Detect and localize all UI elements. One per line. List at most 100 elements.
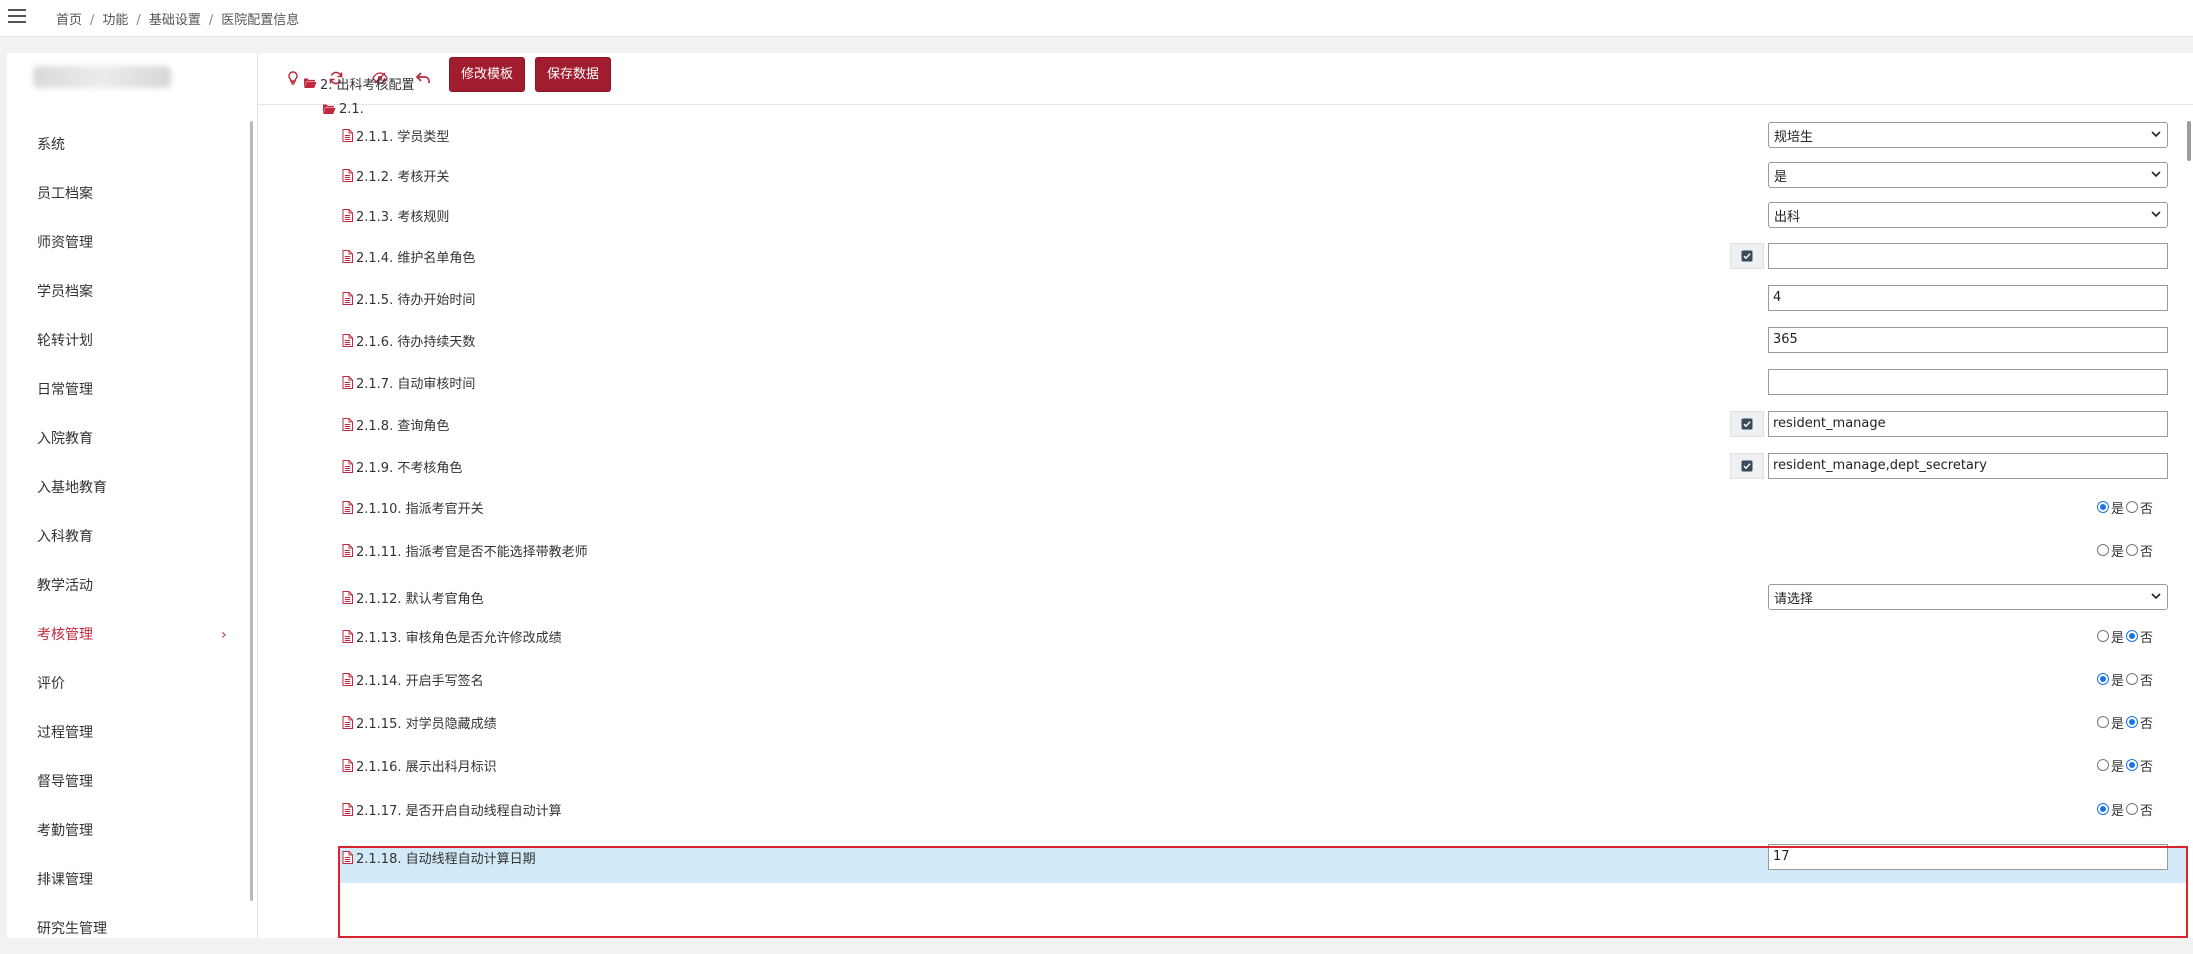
- sidebar-item[interactable]: 考核管理 ›: [7, 611, 247, 660]
- config-input[interactable]: [1768, 243, 2168, 269]
- chevron-down-icon: [2149, 167, 2163, 181]
- sidebar-item-label: 督导管理: [37, 774, 93, 790]
- tree-node-label: 2.1.17. 是否开启自动线程自动计算: [356, 803, 562, 819]
- yes-no-radio-group: 是否: [2097, 799, 2155, 819]
- radio-button[interactable]: [2126, 759, 2139, 771]
- radio-option-yes[interactable]: 是: [2097, 756, 2124, 775]
- sidebar-scrollbar[interactable]: [250, 121, 253, 901]
- radio-button[interactable]: [2126, 673, 2139, 685]
- sidebar-item[interactable]: 员工档案: [7, 170, 247, 219]
- sidebar-item[interactable]: 过程管理: [7, 709, 247, 758]
- radio-option-no[interactable]: 否: [2126, 713, 2153, 732]
- check-square-icon[interactable]: [1730, 243, 1764, 269]
- sidebar-item[interactable]: 学员档案: [7, 268, 247, 317]
- tree-node-label: 2.1.13. 审核角色是否允许修改成绩: [356, 630, 562, 646]
- radio-option-no[interactable]: 否: [2126, 756, 2153, 775]
- sidebar-item[interactable]: 师资管理: [7, 219, 247, 268]
- sidebar-item[interactable]: 入基地教育: [7, 464, 247, 513]
- tree-section-label[interactable]: 2. 出科考核配置: [303, 73, 415, 93]
- config-row-label[interactable]: 2.1.18. 自动线程自动计算日期: [342, 847, 536, 867]
- radio-option-no[interactable]: 否: [2126, 800, 2153, 819]
- tree-node-label: 2.1.9. 不考核角色: [356, 460, 463, 476]
- config-row-label[interactable]: 2.1.16. 展示出科月标识: [342, 755, 497, 775]
- sidebar-item[interactable]: 教学活动: [7, 562, 247, 611]
- radio-button[interactable]: [2097, 544, 2109, 556]
- config-row: 2.1.12. 默认考官角色 请选择: [258, 584, 2193, 610]
- check-square-icon[interactable]: [1730, 411, 1764, 437]
- config-select[interactable]: 出科: [1768, 202, 2168, 228]
- config-row-label[interactable]: 2.1.8. 查询角色: [342, 414, 449, 434]
- radio-button[interactable]: [2097, 759, 2109, 771]
- config-select[interactable]: 请选择: [1768, 584, 2168, 610]
- sidebar-item[interactable]: 轮转计划: [7, 317, 247, 366]
- config-row-label[interactable]: 2.1.2. 考核开关: [342, 165, 449, 185]
- sidebar-item[interactable]: 系统: [7, 121, 247, 170]
- config-row-label[interactable]: 2.1.4. 维护名单角色: [342, 246, 475, 266]
- radio-option-yes[interactable]: 是: [2097, 627, 2124, 646]
- config-input[interactable]: [1768, 369, 2168, 395]
- config-input[interactable]: 17: [1768, 844, 2168, 870]
- radio-button[interactable]: [2126, 501, 2139, 513]
- config-row-label[interactable]: 2.1.17. 是否开启自动线程自动计算: [342, 799, 562, 819]
- config-row-label[interactable]: 2.1.7. 自动审核时间: [342, 372, 475, 392]
- config-input[interactable]: 365: [1768, 327, 2168, 353]
- config-row: 2.1.10. 指派考官开关 是否: [258, 497, 2193, 517]
- config-row-label[interactable]: 2.1.3. 考核规则: [342, 205, 449, 225]
- breadcrumb-home[interactable]: 首页: [56, 13, 82, 28]
- config-row-label[interactable]: 2.1.1. 学员类型: [342, 125, 449, 145]
- radio-option-yes[interactable]: 是: [2097, 541, 2124, 560]
- radio-button[interactable]: [2097, 630, 2109, 642]
- yes-no-radio-group: 是否: [2097, 497, 2155, 517]
- sidebar-item[interactable]: 入院教育: [7, 415, 247, 464]
- breadcrumb-basic-settings[interactable]: 基础设置: [149, 13, 201, 28]
- radio-button[interactable]: [2097, 803, 2109, 815]
- config-select[interactable]: 规培生: [1768, 122, 2168, 148]
- radio-option-yes[interactable]: 是: [2097, 498, 2124, 517]
- config-row-label[interactable]: 2.1.11. 指派考官是否不能选择带教老师: [342, 540, 588, 560]
- config-select[interactable]: 是: [1768, 162, 2168, 188]
- select-value: 出科: [1774, 209, 1801, 225]
- config-input[interactable]: resident_manage: [1768, 411, 2168, 437]
- radio-button[interactable]: [2126, 716, 2139, 728]
- radio-option-yes[interactable]: 是: [2097, 713, 2124, 732]
- config-row-label[interactable]: 2.1.13. 审核角色是否允许修改成绩: [342, 626, 562, 646]
- radio-button[interactable]: [2097, 673, 2109, 685]
- config-row-label[interactable]: 2.1.15. 对学员隐藏成绩: [342, 712, 497, 732]
- sidebar: 系统 员工档案 师资管理 学员档案 轮转计划 日常管理 入院教育 入基地教育 入科教育 教学活动考…: [7, 53, 257, 938]
- config-row-label[interactable]: 2.1.10. 指派考官开关: [342, 497, 484, 517]
- radio-option-yes[interactable]: 是: [2097, 670, 2124, 689]
- sidebar-item[interactable]: 排课管理: [7, 856, 247, 905]
- yes-no-radio-group: 是否: [2097, 669, 2155, 689]
- radio-option-no[interactable]: 否: [2126, 627, 2153, 646]
- config-input[interactable]: resident_manage,dept_secretary: [1768, 453, 2168, 479]
- main-scrollbar[interactable]: [2187, 121, 2191, 161]
- radio-button[interactable]: [2126, 544, 2139, 556]
- breadcrumb-function[interactable]: 功能: [102, 13, 128, 28]
- sidebar-item[interactable]: 评价: [7, 660, 247, 709]
- config-row-label[interactable]: 2.1.14. 开启手写签名: [342, 669, 484, 689]
- menu-toggle-icon[interactable]: [8, 9, 26, 25]
- config-row-label[interactable]: 2.1.6. 待办持续天数: [342, 330, 475, 350]
- radio-button[interactable]: [2097, 716, 2109, 728]
- radio-option-yes[interactable]: 是: [2097, 800, 2124, 819]
- config-row-label[interactable]: 2.1.12. 默认考官角色: [342, 587, 484, 607]
- radio-button[interactable]: [2126, 803, 2139, 815]
- radio-option-no[interactable]: 否: [2126, 541, 2153, 560]
- check-square-icon[interactable]: [1730, 453, 1764, 479]
- sidebar-item[interactable]: 考勤管理: [7, 807, 247, 856]
- radio-option-no[interactable]: 否: [2126, 670, 2153, 689]
- radio-button[interactable]: [2097, 501, 2109, 513]
- radio-button[interactable]: [2126, 630, 2139, 642]
- sidebar-item[interactable]: 日常管理: [7, 366, 247, 415]
- sidebar-item[interactable]: 研究生管理: [7, 905, 247, 954]
- config-row-label[interactable]: 2.1.9. 不考核角色: [342, 456, 462, 476]
- sidebar-item[interactable]: 督导管理: [7, 758, 247, 807]
- radio-option-no[interactable]: 否: [2126, 498, 2153, 517]
- sidebar-item-label: 排课管理: [37, 872, 93, 888]
- config-input[interactable]: 4: [1768, 285, 2168, 311]
- tree-subsection-label[interactable]: 2.1.: [322, 99, 364, 119]
- sidebar-item-label: 轮转计划: [37, 333, 93, 349]
- breadcrumb-current: 医院配置信息: [221, 13, 300, 28]
- config-row-label[interactable]: 2.1.5. 待办开始时间: [342, 288, 475, 308]
- sidebar-item[interactable]: 入科教育: [7, 513, 247, 562]
